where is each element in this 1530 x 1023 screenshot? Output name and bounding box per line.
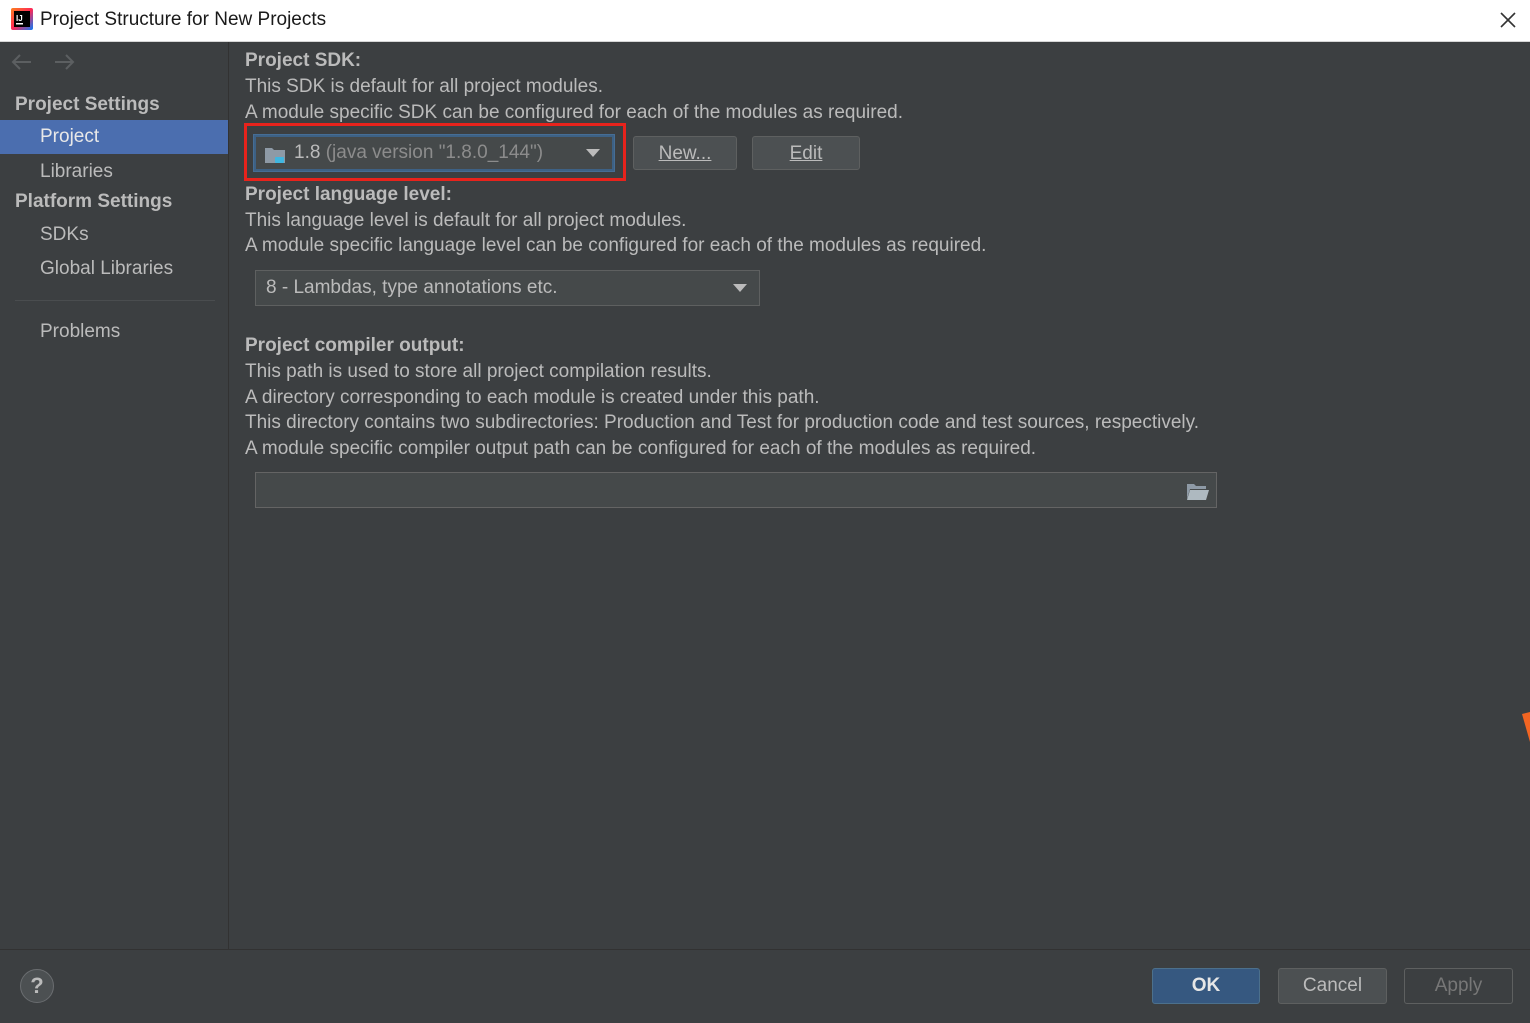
compiler-output-heading: Project compiler output:: [245, 335, 465, 356]
folder-open-icon[interactable]: [1186, 481, 1210, 501]
title-bar: IJ Project Structure for New Projects: [0, 0, 1530, 42]
cancel-button[interactable]: Cancel: [1278, 968, 1387, 1004]
sidebar: Project Settings Project Libraries Platf…: [0, 42, 229, 949]
sdk-highlight-annotation: [244, 123, 626, 181]
window-title: Project Structure for New Projects: [40, 9, 327, 30]
apply-button[interactable]: Apply: [1404, 968, 1513, 1004]
svg-text:IJ: IJ: [16, 14, 23, 23]
sdk-heading: Project SDK:: [245, 50, 362, 71]
language-level-desc-line2: A module specific language level can be …: [245, 235, 987, 256]
nav-arrows: [10, 50, 90, 76]
chevron-down-icon: [733, 284, 747, 292]
sdk-desc-line1: This SDK is default for all project modu…: [245, 76, 603, 97]
sidebar-item-global-libraries[interactable]: Global Libraries: [0, 252, 228, 286]
edit-sdk-button[interactable]: Edit: [752, 136, 860, 170]
arrow-right-icon[interactable]: [52, 50, 76, 74]
help-button[interactable]: ?: [20, 969, 54, 1003]
sidebar-item-libraries[interactable]: Libraries: [0, 155, 228, 189]
compiler-output-desc-line3: This directory contains two subdirectori…: [245, 412, 1199, 433]
compiler-output-path-input[interactable]: [260, 476, 1184, 506]
sidebar-item-sdks[interactable]: SDKs: [0, 218, 228, 252]
arrow-left-icon[interactable]: [10, 50, 34, 74]
language-level-heading: Project language level:: [245, 184, 452, 205]
new-sdk-button[interactable]: New...: [633, 136, 737, 170]
language-level-desc-line1: This language level is default for all p…: [245, 210, 687, 231]
intellij-idea-icon: IJ: [11, 8, 33, 30]
ok-button[interactable]: OK: [1152, 968, 1260, 1004]
compiler-output-desc-line2: A directory corresponding to each module…: [245, 387, 820, 408]
edit-sdk-button-label: Edit: [789, 143, 823, 164]
sidebar-item-problems[interactable]: Problems: [0, 315, 228, 349]
project-settings-panel: Project SDK: This SDK is default for all…: [229, 42, 1530, 949]
orange-edge-mark: [1522, 712, 1530, 742]
compiler-output-desc-line1: This path is used to store all project c…: [245, 361, 712, 382]
sidebar-divider: [15, 300, 215, 301]
compiler-output-path-field[interactable]: [255, 472, 1217, 508]
sdk-desc-line2: A module specific SDK can be configured …: [245, 102, 903, 123]
language-level-combobox[interactable]: 8 - Lambdas, type annotations etc.: [255, 270, 760, 306]
platform-settings-header: Platform Settings: [15, 191, 173, 212]
project-structure-dialog: IJ Project Structure for New Projects Pr…: [0, 0, 1530, 1023]
dialog-footer: ? OK Cancel Apply: [0, 949, 1530, 1023]
language-level-value: 8 - Lambdas, type annotations etc.: [266, 277, 558, 298]
new-sdk-button-label: New...: [658, 143, 712, 164]
compiler-output-desc-line4: A module specific compiler output path c…: [245, 438, 1037, 459]
close-icon[interactable]: [1494, 6, 1522, 34]
project-settings-header: Project Settings: [15, 94, 160, 115]
sidebar-item-project[interactable]: Project: [0, 120, 228, 154]
